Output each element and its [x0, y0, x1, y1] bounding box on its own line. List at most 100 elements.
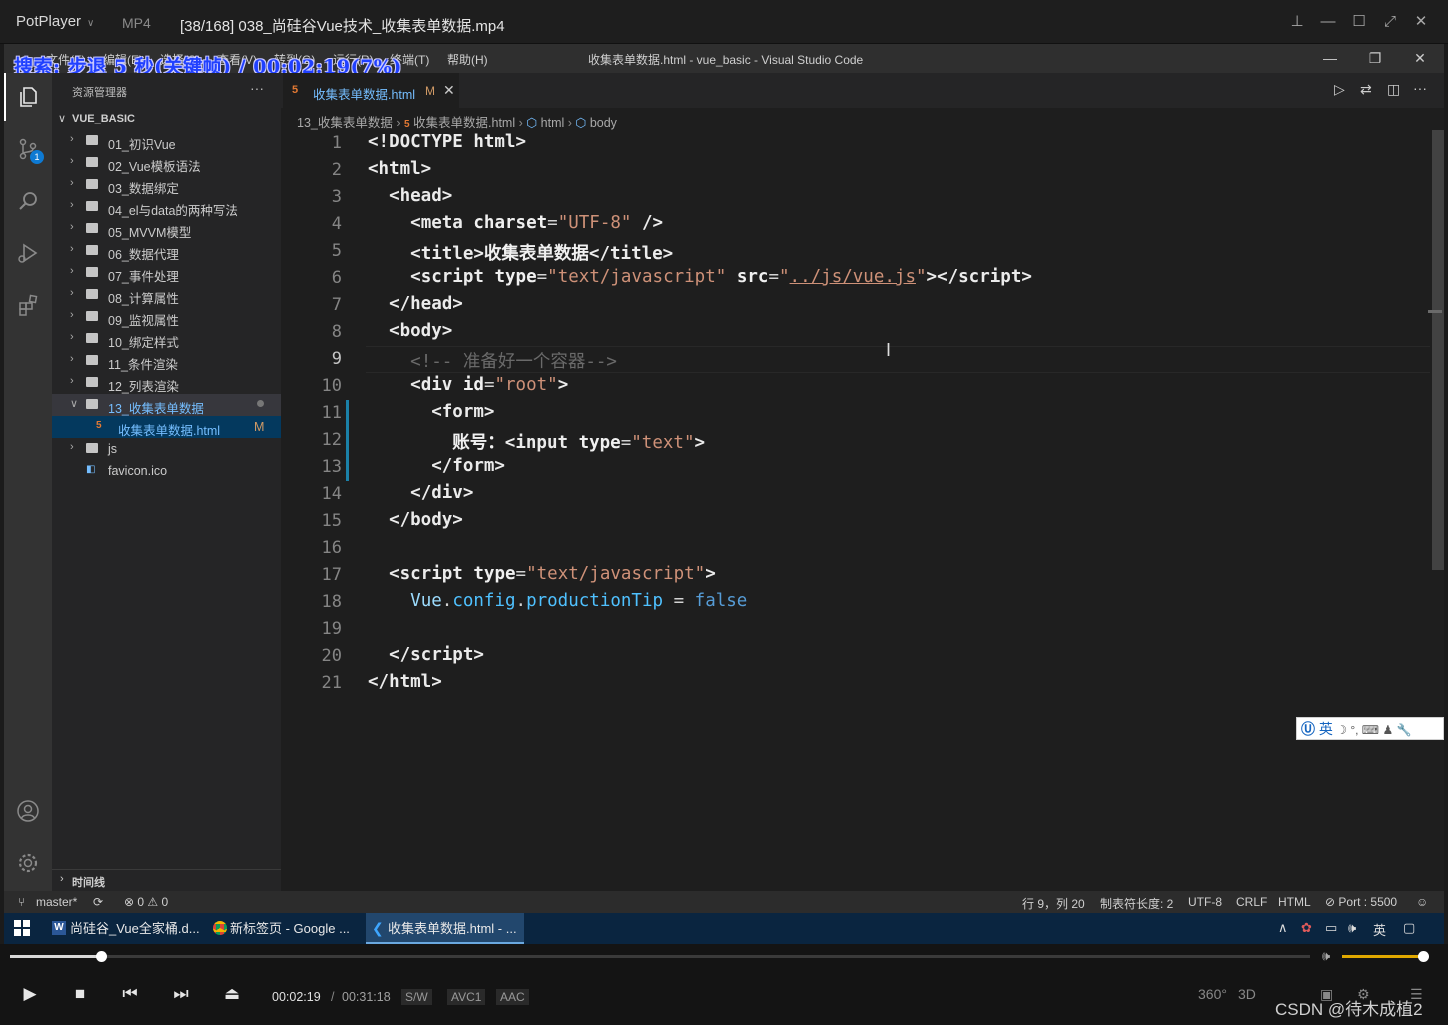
code-line[interactable]: <body> — [368, 321, 452, 341]
tree-folder[interactable]: › 10_绑定样式 — [52, 328, 281, 350]
minimize-icon[interactable]: — — [1316, 10, 1340, 34]
tree-folder[interactable]: › 03_数据绑定 — [52, 174, 281, 196]
tree-folder[interactable]: › js — [52, 438, 281, 460]
taskbar-item-word[interactable]: 尚硅谷_Vue全家桶.d... — [48, 913, 200, 944]
tree-folder[interactable]: › 11_条件渲染 — [52, 350, 281, 372]
live-server-port[interactable]: ⊘ Port : 5500 — [1325, 895, 1397, 909]
battery-icon[interactable]: ▭ — [1325, 920, 1337, 936]
volume-icon[interactable]: 🕪 — [1322, 948, 1330, 964]
code-line[interactable]: </body> — [368, 510, 463, 530]
code-line[interactable]: <html> — [368, 159, 431, 179]
code-line[interactable]: <script type="text/javascript" src="../j… — [368, 267, 1032, 287]
sync-icon[interactable]: ⟳ — [93, 895, 103, 909]
vs-close-icon[interactable]: ✕ — [1410, 50, 1430, 67]
tree-folder[interactable]: › 09_监视属性 — [52, 306, 281, 328]
source-control-icon[interactable] — [4, 125, 52, 173]
tree-folder[interactable]: › 08_计算属性 — [52, 284, 281, 306]
code-line[interactable]: </div> — [368, 483, 473, 503]
problems-count[interactable]: ⊗ 0 ⚠ 0 — [124, 895, 168, 909]
tree-folder[interactable]: › 07_事件处理 — [52, 262, 281, 284]
account-icon[interactable] — [4, 787, 52, 835]
close-icon[interactable]: ✕ — [1409, 10, 1433, 34]
editor-more-icon[interactable]: ··· — [1413, 80, 1427, 96]
breadcrumb-file[interactable]: 收集表单数据.html — [413, 116, 515, 130]
code-line[interactable]: <head> — [368, 186, 452, 206]
volume-slider[interactable] — [1342, 955, 1424, 958]
language-mode[interactable]: HTML — [1278, 895, 1311, 909]
3d-button[interactable]: 3D — [1238, 986, 1256, 1002]
windows-start-icon[interactable] — [14, 920, 30, 941]
encoding[interactable]: UTF-8 — [1188, 895, 1222, 909]
vs-minimize-icon[interactable]: — — [1320, 50, 1340, 66]
fullscreen-icon[interactable]: ⤢ — [1378, 10, 1402, 34]
code-line[interactable]: <!-- 准备好一个容器--> — [368, 348, 617, 373]
tray-app-icon[interactable]: ✿ — [1301, 920, 1312, 936]
tree-folder[interactable]: ∨ 13_收集表单数据 — [52, 394, 281, 416]
code-line[interactable]: <meta charset="UTF-8" /> — [368, 213, 663, 233]
seek-track[interactable] — [10, 955, 1310, 958]
editor-area[interactable] — [281, 73, 1444, 891]
tree-folder[interactable]: › 02_Vue模板语法 — [52, 152, 281, 174]
volume-handle[interactable] — [1418, 951, 1429, 962]
input-language[interactable]: 英 — [1373, 920, 1386, 939]
taskbar-item-chrome[interactable]: 新标签页 - Google ... — [208, 913, 358, 944]
play-icon[interactable]: ▶ — [15, 984, 45, 1010]
git-branch[interactable]: master* — [36, 895, 77, 909]
feedback-icon[interactable]: ☺ — [1416, 895, 1428, 909]
run-debug-icon[interactable] — [4, 229, 52, 277]
code-line[interactable]: 账号：<input type="text"> — [368, 429, 705, 454]
seek-handle[interactable] — [96, 951, 107, 962]
code-line[interactable]: </html> — [368, 672, 442, 692]
pin-icon[interactable]: ⊥ — [1285, 10, 1309, 34]
previous-icon[interactable]: ⏮ — [115, 984, 145, 1010]
next-icon[interactable]: ⏭ — [166, 984, 196, 1010]
tree-folder[interactable]: › 12_列表渲染 — [52, 372, 281, 394]
taskbar-item-vscode[interactable]: 收集表单数据.html - ... — [366, 913, 524, 944]
breadcrumb-folder[interactable]: 13_收集表单数据 — [297, 116, 393, 130]
tab-size[interactable]: 制表符长度: 2 — [1100, 895, 1173, 912]
code-line[interactable]: Vue.config.productionTip = false — [368, 591, 747, 611]
run-icon[interactable]: ▷ — [1334, 81, 1345, 98]
line-ending[interactable]: CRLF — [1236, 895, 1267, 909]
extensions-icon[interactable] — [4, 281, 52, 329]
code-line[interactable]: <!DOCTYPE html> — [368, 132, 526, 152]
tree-folder[interactable]: › 04_el与data的两种写法 — [52, 196, 281, 218]
vs-restore-icon[interactable]: ❐ — [1365, 50, 1385, 67]
editor-scrollbar[interactable] — [1432, 130, 1444, 570]
eject-icon[interactable]: ⏏ — [217, 984, 247, 1010]
tag-video-codec[interactable]: AVC1 — [447, 989, 486, 1005]
cursor-position[interactable]: 行 9，列 20 — [1022, 895, 1085, 912]
tab-close-icon[interactable]: ✕ — [443, 82, 455, 99]
code-line[interactable]: </head> — [368, 294, 463, 314]
code-line[interactable]: <div id="root"> — [368, 375, 568, 395]
code-line[interactable]: <title>收集表单数据</title> — [368, 240, 673, 265]
maximize-icon[interactable]: ☐ — [1347, 10, 1371, 34]
tree-folder[interactable]: › 01_初识Vue — [52, 130, 281, 152]
code-line[interactable]: </script> — [368, 645, 484, 665]
breadcrumb-html[interactable]: html — [541, 116, 565, 130]
more-actions-icon[interactable]: ··· — [250, 80, 264, 96]
menu-help[interactable]: 帮助(H) — [447, 51, 488, 68]
search-icon[interactable] — [4, 177, 52, 225]
tray-expand-icon[interactable]: ∧ — [1278, 920, 1288, 936]
tag-audio-codec[interactable]: AAC — [496, 989, 529, 1005]
notification-icon[interactable]: ▢ — [1403, 920, 1415, 936]
vr-360-button[interactable]: 360° — [1198, 986, 1227, 1002]
tree-file[interactable]: ◧ favicon.ico — [52, 460, 281, 482]
tag-sw[interactable]: S/W — [401, 989, 432, 1005]
split-editor-icon[interactable]: ◫ — [1387, 81, 1400, 98]
compare-icon[interactable]: ⇄ — [1360, 81, 1372, 98]
tree-folder[interactable]: › 06_数据代理 — [52, 240, 281, 262]
stop-icon[interactable]: ■ — [65, 984, 95, 1010]
explorer-icon[interactable] — [4, 73, 52, 121]
tree-folder[interactable]: › 05_MVVM模型 — [52, 218, 281, 240]
code-line[interactable]: <script type="text/javascript"> — [368, 564, 716, 584]
player-menu-button[interactable]: PotPlayer ∨ — [16, 13, 94, 30]
volume-icon[interactable]: 🕪 — [1348, 920, 1356, 936]
breadcrumb-body[interactable]: body — [590, 116, 617, 130]
settings-gear-icon[interactable] — [4, 839, 52, 887]
code-line[interactable]: <form> — [368, 402, 494, 422]
tree-file[interactable]: 5 收集表单数据.html M — [52, 416, 281, 438]
ime-toolbar[interactable]: Ⓤ 英 ☽ °, ⌨ ♟ 🔧 — [1296, 717, 1444, 740]
code-line[interactable]: </form> — [368, 456, 505, 476]
